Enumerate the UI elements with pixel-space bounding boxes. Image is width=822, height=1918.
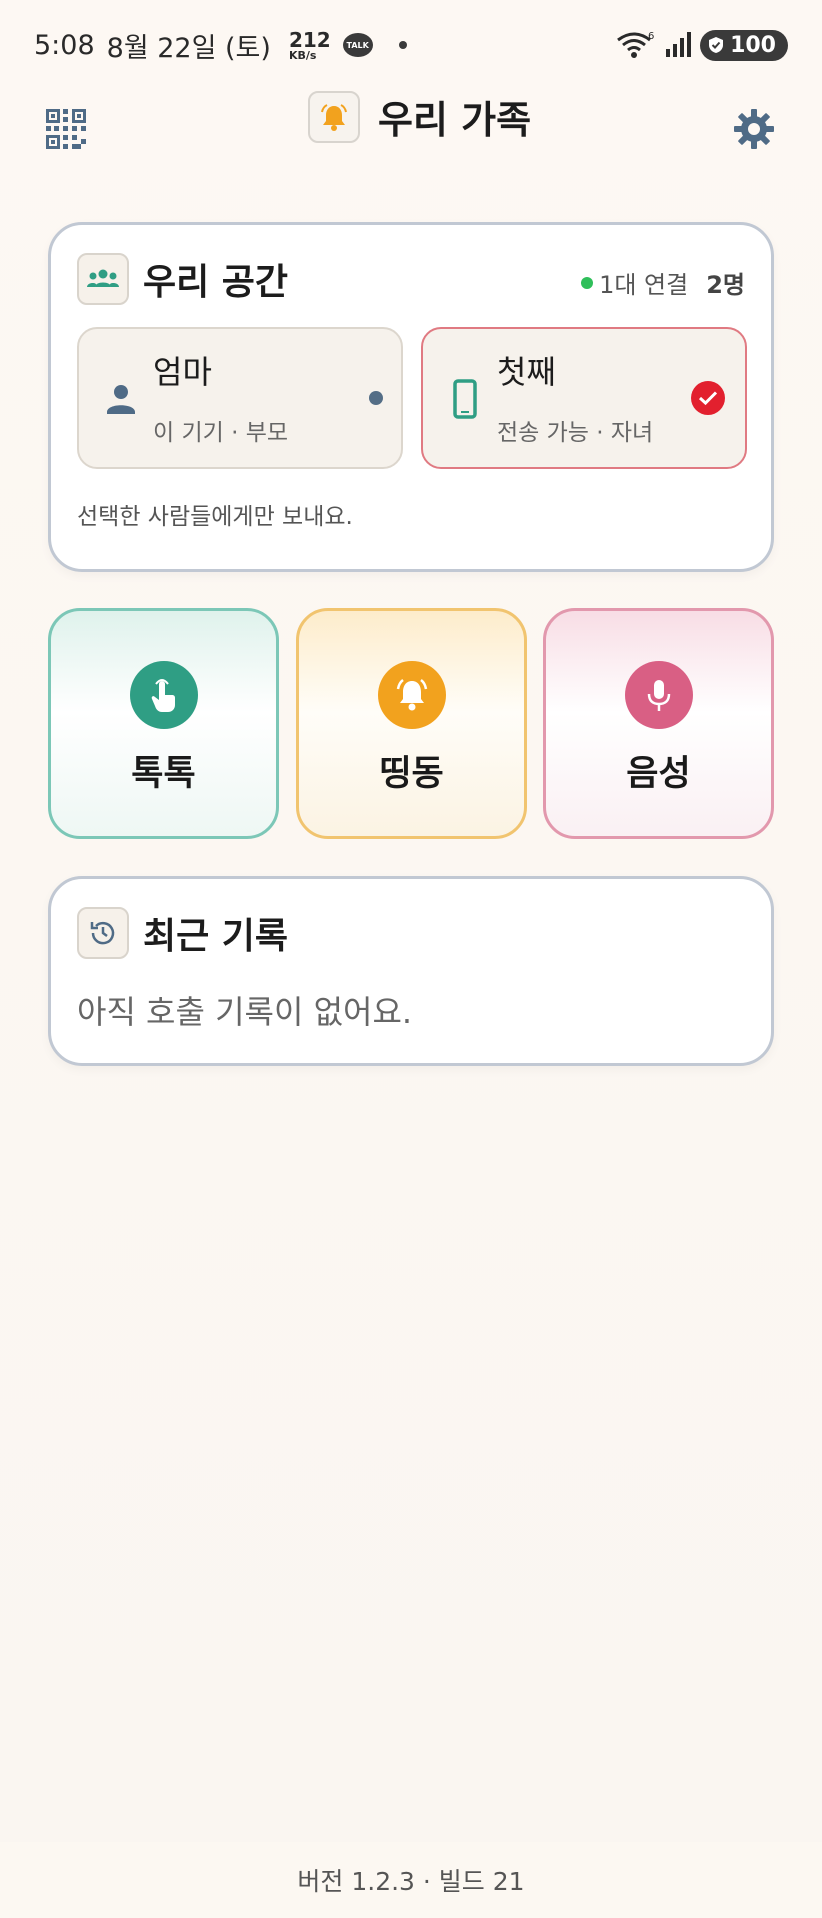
version-footer: 버전 1.2.3 · 빌드 21	[0, 1842, 822, 1918]
status-bar: 5:08 8월 22일 (토) 212 KB/s TALK 6 100	[0, 0, 822, 90]
member-card-mom[interactable]: 엄마 이 기기 · 부모	[77, 327, 403, 469]
connected-devices: 1대 연결	[599, 271, 689, 299]
group-icon	[87, 269, 119, 287]
settings-button[interactable]	[732, 107, 776, 151]
tok-tok-button[interactable]: 톡톡	[48, 608, 279, 839]
family-space-card: 우리 공간 1대 연결 2명 엄마 이 기기 · 부모 첫째 전송 가능 · 자…	[48, 222, 774, 572]
status-time: 5:08	[34, 29, 95, 61]
history-icon	[90, 921, 115, 945]
talk-notification-icon: TALK	[342, 33, 373, 57]
action-label: 톡톡	[131, 754, 196, 794]
action-label: 띵동	[379, 754, 444, 794]
member-name: 첫째	[497, 353, 556, 391]
status-right: 6 100	[616, 29, 788, 61]
qr-code-button[interactable]	[46, 109, 90, 153]
network-speed-unit: KB/s	[288, 48, 317, 62]
app-title-group: 우리 가족	[308, 89, 531, 144]
page-title: 우리 가족	[378, 98, 532, 142]
recent-title: 최근 기록	[143, 916, 289, 957]
status-dot-icon	[369, 391, 383, 405]
battery-level: 100	[730, 32, 776, 58]
member-card-first-child[interactable]: 첫째 전송 가능 · 자녀	[421, 327, 747, 469]
app-logo	[308, 90, 360, 143]
ringing-bell-icon	[377, 661, 446, 729]
gear-icon	[734, 109, 774, 149]
voice-button[interactable]: 음성	[543, 608, 774, 839]
history-icon-box	[77, 907, 129, 959]
app-header: 우리 가족	[0, 85, 822, 175]
status-left: 5:08 8월 22일 (토) 212 KB/s TALK	[34, 26, 407, 65]
phone-icon	[453, 379, 477, 419]
recent-card-header: 최근 기록	[77, 907, 288, 959]
person-icon	[107, 385, 135, 414]
notification-dot-icon	[398, 41, 407, 49]
recent-empty-message: 아직 호출 기록이 없어요.	[77, 993, 413, 1031]
signal-icon	[666, 32, 692, 57]
bell-icon	[321, 103, 347, 131]
network-speed: 212 KB/s	[289, 30, 331, 61]
ding-dong-button[interactable]: 띵동	[296, 608, 527, 839]
member-detail: 이 기기 · 부모	[153, 420, 289, 446]
qr-code-icon	[46, 109, 86, 149]
network-speed-value: 212	[288, 27, 331, 52]
battery-indicator: 100	[700, 29, 788, 61]
status-date: 8월 22일 (토)	[106, 32, 271, 64]
member-detail: 전송 가능 · 자녀	[497, 420, 654, 446]
selected-check-icon	[691, 381, 725, 415]
version-text: 버전 1.2.3 · 빌드 21	[297, 1867, 525, 1896]
space-card-header: 우리 공간	[77, 253, 288, 305]
member-count: 2명	[706, 271, 745, 299]
wifi-badge: 6	[648, 31, 654, 42]
shield-icon	[709, 37, 724, 53]
space-title: 우리 공간	[143, 262, 289, 303]
group-icon-box	[77, 253, 129, 305]
online-dot-icon	[581, 276, 594, 289]
tap-hand-icon	[129, 661, 198, 729]
recipient-hint: 선택한 사람들에게만 보내요.	[77, 504, 353, 530]
wifi-icon: 6	[617, 31, 654, 58]
action-label: 음성	[626, 754, 691, 794]
recent-history-card: 최근 기록 아직 호출 기록이 없어요.	[48, 876, 774, 1066]
member-name: 엄마	[153, 353, 212, 391]
microphone-icon	[624, 661, 693, 729]
connection-status: 1대 연결 2명	[581, 265, 745, 300]
